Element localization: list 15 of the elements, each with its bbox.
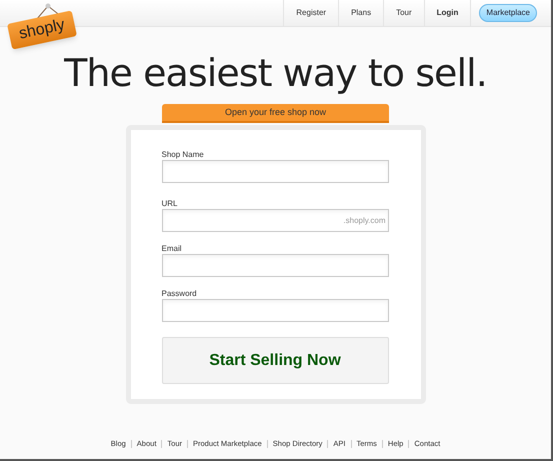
field-label: Shop Name bbox=[162, 150, 205, 160]
input-field[interactable] bbox=[162, 254, 388, 277]
headline: The easiest way to sell. bbox=[64, 53, 487, 93]
nav-link[interactable]: Login bbox=[436, 7, 458, 19]
marketplace-button[interactable]: Marketplace bbox=[479, 4, 537, 22]
field-label: Email bbox=[162, 244, 183, 254]
nav-link[interactable]: Register bbox=[296, 7, 326, 19]
field-label: URL bbox=[162, 199, 179, 209]
field-label: Password bbox=[162, 289, 198, 299]
nav-link[interactable]: Plans bbox=[351, 7, 372, 19]
start-selling-button[interactable]: Start Selling Now bbox=[162, 337, 388, 384]
nav-link[interactable]: Tour bbox=[396, 7, 412, 19]
domain-suffix: .shoply.com bbox=[343, 214, 386, 226]
input-field[interactable] bbox=[162, 160, 388, 183]
input-field[interactable] bbox=[162, 299, 388, 322]
